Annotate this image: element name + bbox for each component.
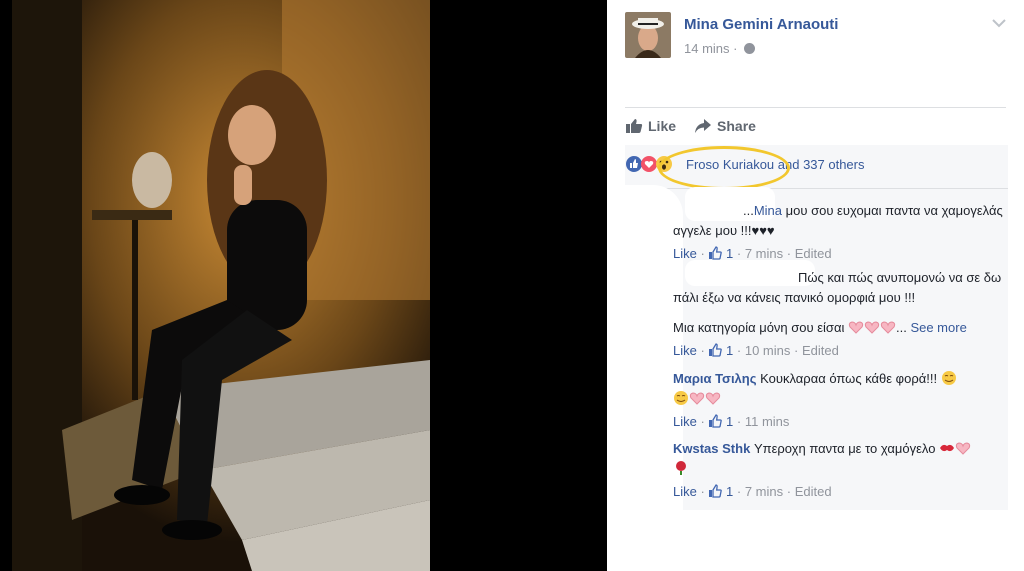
comment-like-count[interactable]: 1	[726, 343, 733, 358]
comment-body: Πώς και πώς ανυπομονώ να σε δω πάλι έξω …	[673, 268, 1004, 308]
pink-heart-icon	[880, 321, 896, 334]
comment-item: Μαρια Τσιλης Κουκλαραα όπως κάθε φορά!!!…	[673, 369, 1004, 432]
divider	[625, 188, 1008, 189]
smiling-face-icon	[674, 391, 688, 405]
like-count-icon	[709, 414, 723, 428]
comment-meta: Like · 1 · 7 mins · Edited	[673, 246, 832, 261]
comment-body: ...Mina μου σου ευχομαι παντα να χαμογελ…	[673, 201, 1004, 241]
comment-time[interactable]: 11 mins	[745, 414, 790, 429]
comment-item: ...Mina μου σου ευχομαι παντα να χαμογελ…	[673, 201, 1004, 264]
smiling-face-icon	[941, 371, 956, 385]
like-reaction-icon	[626, 156, 642, 172]
comment-meta: Like · 1 · 10 mins · Edited	[673, 343, 839, 358]
time-separator: ·	[733, 41, 738, 56]
comment-author[interactable]: Μαρια Τσιλης	[673, 371, 757, 386]
comment-text: Κουκλαραα όπως κάθε φορά!!!	[760, 371, 938, 386]
pink-heart-icon	[705, 392, 721, 405]
comment-edited[interactable]: Edited	[795, 246, 832, 261]
comment-like-link[interactable]: Like	[673, 414, 697, 429]
comment-author[interactable]: Kwstas Sthk	[673, 441, 750, 456]
post-actions: Like Share	[625, 114, 756, 138]
comment-like-link[interactable]: Like	[673, 246, 697, 261]
chevron-down-icon[interactable]	[992, 18, 1006, 28]
kiss-lips-icon	[940, 444, 955, 452]
divider	[625, 107, 1006, 108]
pink-heart-icon	[864, 321, 880, 334]
post-photo[interactable]	[12, 0, 430, 571]
comment-like-count[interactable]: 1	[726, 484, 733, 499]
pink-heart-icon	[848, 321, 864, 334]
comment-mention[interactable]: Mina	[754, 203, 782, 218]
love-reaction-icon	[641, 156, 657, 172]
comment-like-link[interactable]: Like	[673, 484, 697, 499]
comment-text: Υπεροχη παντα με το χαμόγελο	[753, 441, 936, 456]
comment-time[interactable]: 7 mins	[745, 484, 783, 499]
like-count-icon	[709, 484, 723, 498]
like-count-icon	[709, 343, 723, 357]
rose-icon	[676, 461, 686, 475]
comment-edited[interactable]: Edited	[802, 343, 839, 358]
author-name[interactable]: Mina Gemini Arnaouti	[684, 16, 838, 33]
highlight-circle	[658, 146, 790, 190]
like-button[interactable]: Like	[625, 114, 676, 138]
post-header: Mina Gemini Arnaouti 14 mins ·	[625, 12, 1006, 62]
share-button[interactable]: Share	[694, 114, 756, 138]
post-timestamp[interactable]: 14 mins ·	[684, 41, 756, 56]
comment-text: Πώς και πώς ανυπομονώ να σε δω πάλι έξω …	[673, 270, 1002, 305]
photo-viewer	[0, 0, 607, 571]
thumbs-up-icon	[626, 119, 643, 133]
comment-meta: Like · 1 · 11 mins	[673, 414, 790, 429]
pink-heart-icon	[689, 392, 705, 405]
post-side-panel: Mina Gemini Arnaouti 14 mins · Like Shar…	[607, 0, 1024, 571]
comment-like-count[interactable]: 1	[726, 246, 733, 261]
comment-body: Kwstas Sthk Υπεροχη παντα με το χαμόγελο	[673, 439, 1004, 479]
comment-body: Μαρια Τσιλης Κουκλαραα όπως κάθε φορά!!!	[673, 369, 1004, 409]
comment-meta: Like · 1 · 7 mins · Edited	[673, 484, 832, 499]
post-time[interactable]: 14 mins	[684, 41, 730, 56]
like-count-icon	[709, 246, 723, 260]
author-avatar[interactable]	[625, 12, 671, 58]
comment-time[interactable]: 7 mins	[745, 246, 783, 261]
heart-ribbon-icon	[955, 442, 971, 455]
comment-item: Kwstas Sthk Υπεροχη παντα με το χαμόγελο…	[673, 439, 1004, 502]
comment-item: Πώς και πώς ανυπομονώ να σε δω πάλι έξω …	[673, 268, 1004, 361]
comment-text-2: Μια κατηγορία μόνη σου είσαι	[673, 320, 845, 335]
share-label: Share	[717, 118, 756, 134]
comments-section: Froso Kuriakou and 337 others ...Mina μο…	[625, 145, 1008, 555]
like-label: Like	[648, 118, 677, 134]
comment-like-link[interactable]: Like	[673, 343, 697, 358]
panel-footer	[607, 510, 1024, 571]
comment-like-count[interactable]: 1	[726, 414, 733, 429]
globe-icon	[744, 43, 756, 54]
comment-prefix: ...	[743, 203, 754, 218]
share-arrow-icon	[695, 119, 712, 133]
comment-time[interactable]: 10 mins	[745, 343, 791, 358]
see-more-link[interactable]: See more	[910, 320, 966, 335]
reactions-summary[interactable]: Froso Kuriakou and 337 others	[625, 146, 1008, 190]
comment-edited[interactable]: Edited	[795, 484, 832, 499]
comment-body-continued: Μια κατηγορία μόνη σου είσαι ... See mor…	[673, 320, 967, 335]
